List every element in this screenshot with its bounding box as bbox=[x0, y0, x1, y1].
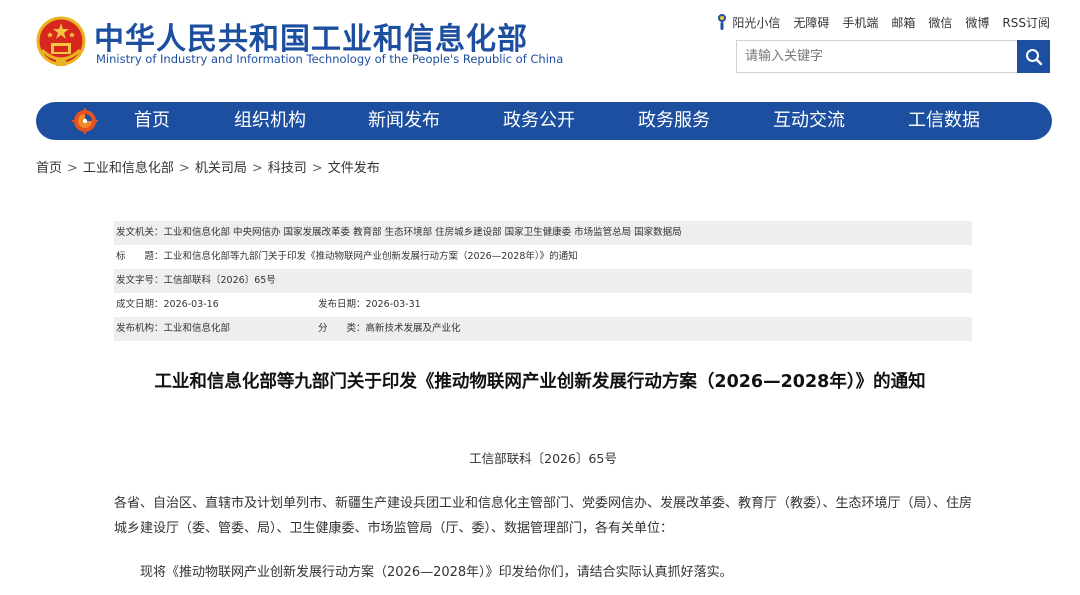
nav-home[interactable]: 首页 bbox=[134, 102, 170, 140]
breadcrumb-home[interactable]: 首页 bbox=[36, 161, 62, 176]
meta-row-issuer: 发文机关：工业和信息化部 中央网信办 国家发展改革委 教育部 生态环境部 住房城… bbox=[114, 221, 972, 245]
meta-value: 高新技术发展及产业化 bbox=[365, 323, 461, 334]
meta-label: 发布机构： bbox=[116, 323, 164, 334]
site-title-english[interactable]: Ministry of Industry and Information Tec… bbox=[96, 52, 563, 66]
search-input[interactable] bbox=[737, 41, 1017, 72]
meta-row-org: 发布机构：工业和信息化部 分 类：高新技术发展及产业化 bbox=[114, 317, 972, 341]
breadcrumb-separator: > bbox=[67, 161, 78, 176]
document-addressees: 各省、自治区、直辖市及计划单列市、新疆生产建设兵团工业和信息化主管部门、党委网信… bbox=[114, 496, 973, 536]
breadcrumb-separator: > bbox=[311, 161, 323, 176]
nav-news[interactable]: 新闻发布 bbox=[368, 102, 440, 140]
meta-value: 工信部联科〔2026〕65号 bbox=[163, 275, 276, 286]
breadcrumb-documents[interactable]: 文件发布 bbox=[328, 161, 380, 176]
meta-category: 分 类：高新技术发展及产业化 bbox=[318, 317, 461, 341]
national-emblem-icon[interactable] bbox=[36, 16, 86, 68]
top-link-accessibility[interactable]: 无障碍 bbox=[793, 14, 829, 31]
breadcrumb-separator: > bbox=[251, 161, 263, 176]
breadcrumb-departments[interactable]: 机关司局 bbox=[195, 161, 247, 176]
site-header: 中华人民共和国工业和信息化部 Ministry of Industry and … bbox=[0, 0, 1080, 100]
nav-government-services[interactable]: 政务服务 bbox=[638, 102, 710, 140]
top-link-sunshine[interactable]: 阳光小信 bbox=[716, 13, 780, 31]
meta-label: 成文日期： bbox=[116, 299, 164, 310]
top-links: 阳光小信 无障碍 手机端 邮箱 微信 微博 RSS订阅 bbox=[716, 13, 1050, 31]
document-body-paragraph: 现将《推动物联网产业创新发展行动方案（2026—2028年）》印发给你们，请结合… bbox=[140, 565, 733, 580]
nav-government-affairs[interactable]: 政务公开 bbox=[503, 102, 575, 140]
meta-label: 发文字号： bbox=[116, 275, 164, 286]
breadcrumb-separator: > bbox=[178, 161, 190, 176]
search-box bbox=[736, 40, 1050, 73]
top-link-rss[interactable]: RSS订阅 bbox=[1002, 14, 1050, 31]
meta-row-doc-number: 发文字号：工信部联科〔2026〕65号 bbox=[114, 269, 972, 293]
search-icon bbox=[1025, 48, 1042, 65]
document-meta-table: 发文机关：工业和信息化部 中央网信办 国家发展改革委 教育部 生态环境部 住房城… bbox=[114, 221, 972, 341]
meta-published: 发布日期：2026-03-31 bbox=[318, 293, 421, 317]
top-link-mail[interactable]: 邮箱 bbox=[891, 14, 915, 31]
meta-label: 发文机关： bbox=[116, 227, 164, 238]
document-number: 工信部联科〔2026〕65号 bbox=[469, 451, 617, 466]
meta-value: 工业和信息化部 bbox=[163, 323, 231, 334]
top-link-mobile[interactable]: 手机端 bbox=[842, 14, 878, 31]
meta-label: 标 题： bbox=[116, 251, 164, 262]
nav-interaction[interactable]: 互动交流 bbox=[773, 102, 845, 140]
top-link-wechat[interactable]: 微信 bbox=[928, 14, 952, 31]
sunshine-mascot-icon bbox=[718, 14, 727, 30]
nav-data[interactable]: 工信数据 bbox=[908, 102, 980, 140]
meta-row-title: 标 题：工业和信息化部等九部门关于印发《推动物联网产业创新发展行动方案（2026… bbox=[114, 245, 972, 269]
meta-row-dates: 成文日期：2026-03-16 发布日期：2026-03-31 bbox=[114, 293, 972, 317]
meta-value: 2026-03-31 bbox=[365, 299, 421, 310]
top-link-label: 阳光小信 bbox=[732, 15, 781, 30]
meta-value: 2026-03-16 bbox=[163, 299, 219, 310]
document-title: 工业和信息化部等九部门关于印发《推动物联网产业创新发展行动方案（2026—202… bbox=[154, 372, 926, 392]
meta-label: 分 类： bbox=[318, 323, 366, 334]
top-link-weibo[interactable]: 微博 bbox=[965, 14, 989, 31]
meta-value: 工业和信息化部等九部门关于印发《推动物联网产业创新发展行动方案（2026—202… bbox=[163, 251, 578, 262]
main-nav: 首页 组织机构 新闻发布 政务公开 政务服务 互动交流 工信数据 bbox=[36, 102, 1052, 140]
ministry-logo-icon[interactable] bbox=[72, 108, 98, 134]
search-button[interactable] bbox=[1017, 40, 1050, 73]
breadcrumb-ministry[interactable]: 工业和信息化部 bbox=[83, 161, 174, 176]
nav-organization[interactable]: 组织机构 bbox=[234, 102, 306, 140]
breadcrumb-science-dept[interactable]: 科技司 bbox=[268, 161, 307, 176]
breadcrumb: 首页 > 工业和信息化部 > 机关司局 > 科技司 > 文件发布 bbox=[36, 157, 380, 176]
meta-value: 工业和信息化部 中央网信办 国家发展改革委 教育部 生态环境部 住房城乡建设部 … bbox=[163, 227, 682, 238]
meta-label: 发布日期： bbox=[318, 299, 366, 310]
